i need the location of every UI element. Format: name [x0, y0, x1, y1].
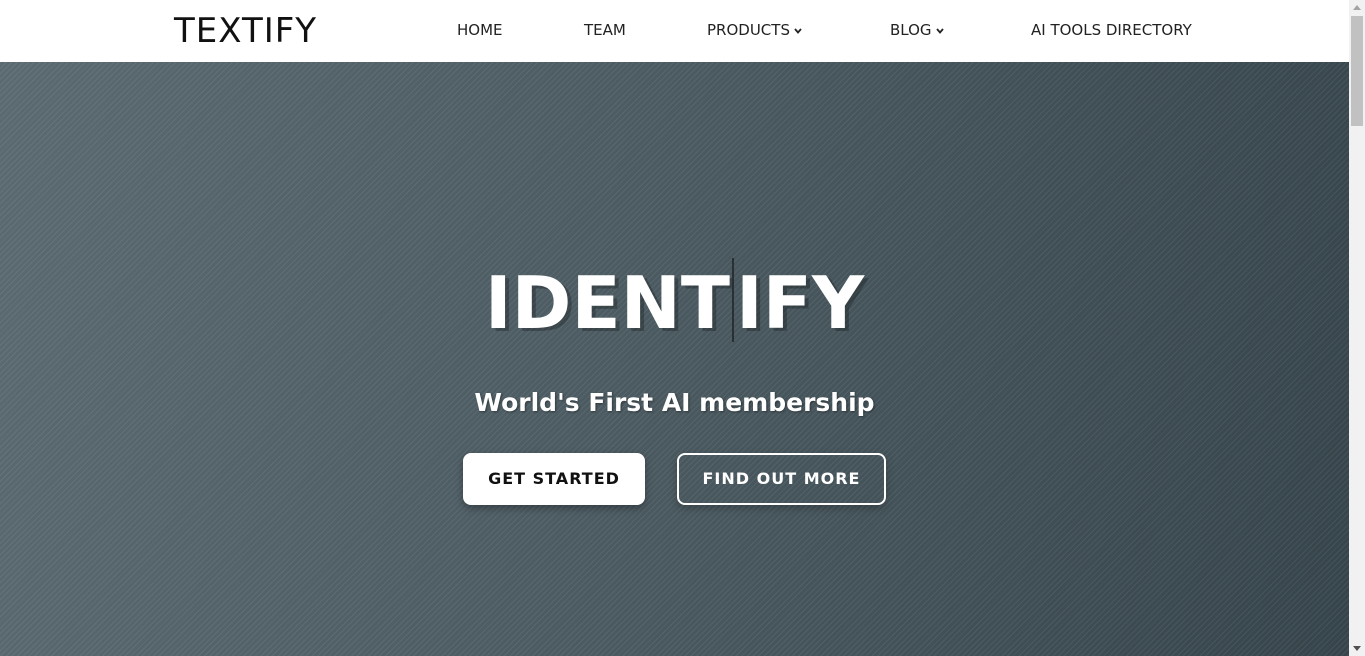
hero-title-part-2: IFY	[736, 261, 865, 345]
scrollbar-thumb[interactable]	[1351, 16, 1363, 126]
nav-home-label: HOME	[457, 21, 503, 39]
hero-section: IDENTIFY World's First AI membership GET…	[0, 62, 1349, 656]
nav-products-label: PRODUCTS	[707, 21, 790, 39]
nav-team-label: TEAM	[584, 21, 626, 39]
hero-subtitle: World's First AI membership	[474, 388, 875, 417]
nav-ai-tools-directory[interactable]: AI TOOLS DIRECTORY	[1031, 20, 1192, 40]
vertical-scrollbar[interactable]	[1349, 0, 1365, 656]
hero-title: IDENTIFY	[0, 258, 1349, 343]
nav-ai-tools-directory-label: AI TOOLS DIRECTORY	[1031, 21, 1192, 39]
nav-team[interactable]: TEAM	[584, 20, 626, 40]
nav-products[interactable]: PRODUCTS	[707, 20, 802, 40]
browser-viewport: TEXTIFY HOME TEAM PRODUCTS BLOG AI TOOLS…	[0, 0, 1365, 656]
chevron-down-icon	[794, 27, 802, 34]
scroll-down-arrow-icon[interactable]	[1353, 646, 1361, 651]
site-logo[interactable]: TEXTIFY	[174, 10, 317, 52]
nav-home[interactable]: HOME	[457, 20, 503, 40]
nav-blog[interactable]: BLOG	[890, 20, 944, 40]
scroll-up-arrow-icon[interactable]	[1353, 5, 1361, 10]
text-caret	[732, 258, 734, 342]
get-started-button[interactable]: GET STARTED	[463, 453, 645, 505]
chevron-down-icon	[935, 27, 944, 34]
nav-blog-label: BLOG	[890, 21, 932, 39]
site-header: TEXTIFY HOME TEAM PRODUCTS BLOG AI TOOLS…	[0, 0, 1349, 62]
hero-title-part-1: IDENT	[484, 261, 730, 345]
page: TEXTIFY HOME TEAM PRODUCTS BLOG AI TOOLS…	[0, 0, 1349, 656]
find-out-more-button[interactable]: FIND OUT MORE	[677, 453, 886, 505]
